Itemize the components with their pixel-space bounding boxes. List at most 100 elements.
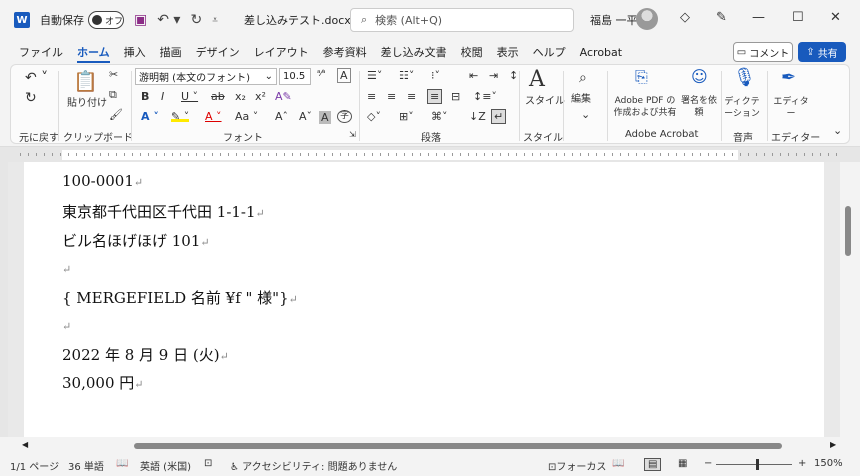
doc-line-mergefield[interactable]: { MERGEFIELD 名前 ¥f " 様"}↵: [62, 287, 298, 308]
undo-icon[interactable]: ↶ ˅: [25, 71, 48, 85]
grow-font-icon[interactable]: ᵃ⁄ᵃ: [317, 70, 326, 79]
copy-icon[interactable]: ⧉: [109, 89, 117, 100]
maximize-icon[interactable]: ☐: [792, 10, 804, 25]
share-button[interactable]: ⇪ 共有: [798, 42, 846, 62]
zoom-slider-thumb[interactable]: [756, 459, 759, 470]
vertical-ruler[interactable]: [0, 162, 8, 437]
request-signature-icon[interactable]: ☺: [691, 69, 708, 85]
increase-indent-icon[interactable]: ⇥: [489, 70, 498, 81]
document-page[interactable]: 100-0001↵ 東京都千代田区千代田 1-1-1↵ ビル名ほげほげ 101↵…: [24, 162, 824, 437]
page-count[interactable]: 1/1 ページ: [10, 458, 59, 473]
zoom-slider[interactable]: [716, 464, 792, 465]
minimize-icon[interactable]: —: [752, 10, 765, 25]
underline-icon[interactable]: U ˅: [181, 91, 198, 102]
sort-az-icon[interactable]: ↓Z: [469, 111, 486, 122]
tab-design[interactable]: デザイン: [189, 41, 247, 63]
subscript-icon[interactable]: x₂: [235, 91, 246, 102]
avatar[interactable]: [636, 8, 658, 30]
tab-file[interactable]: ファイル: [12, 41, 70, 63]
doc-line-6[interactable]: ↵: [62, 316, 71, 334]
editor-label[interactable]: エディター: [773, 97, 809, 120]
scroll-right-icon[interactable]: ▶: [830, 440, 836, 449]
cut-icon[interactable]: ✂: [109, 69, 118, 80]
horizontal-ruler[interactable]: [0, 146, 860, 162]
paste-label[interactable]: 貼り付け: [67, 99, 107, 109]
distributed-icon[interactable]: ⊟: [451, 91, 460, 102]
tab-draw[interactable]: 描画: [153, 41, 189, 63]
doc-line-8[interactable]: 30,000 円↵: [62, 372, 143, 393]
asian-layout-icon[interactable]: ⌘˅: [431, 111, 448, 122]
editor-icon[interactable]: ✒: [781, 69, 796, 87]
redo-icon[interactable]: ↻: [25, 91, 37, 105]
shrink-font-size-icon[interactable]: Aˇ: [299, 111, 312, 122]
text-effects-icon[interactable]: A ˅: [141, 111, 159, 122]
sort-icon[interactable]: ↕: [509, 70, 518, 81]
vertical-scrollbar[interactable]: [842, 162, 854, 437]
save-icon[interactable]: ▣: [134, 12, 147, 28]
microphone-icon[interactable]: 🎙: [733, 69, 756, 87]
word-count[interactable]: 36 単語: [68, 458, 104, 473]
create-pdf-icon[interactable]: ⎘: [635, 69, 648, 85]
chevron-down-icon[interactable]: ⌄: [581, 109, 590, 120]
paste-icon[interactable]: 📋: [73, 71, 98, 91]
document-title[interactable]: 差し込みテスト.docx ⌄: [244, 12, 364, 28]
text-predictions-icon[interactable]: ⊡: [204, 458, 212, 469]
format-painter-icon[interactable]: 🖌: [109, 109, 123, 120]
vertical-scroll-thumb[interactable]: [845, 206, 851, 256]
grow-font-size-icon[interactable]: Aˆ: [275, 111, 288, 122]
styles-label[interactable]: スタイル: [525, 97, 565, 107]
shading-icon[interactable]: ◇˅: [367, 111, 381, 122]
diamond-icon[interactable]: ◇: [680, 10, 690, 25]
styles-icon[interactable]: A: [529, 69, 545, 91]
comment-button[interactable]: ▭ コメント: [733, 42, 793, 62]
tab-layout[interactable]: レイアウト: [247, 41, 316, 63]
undo-icon[interactable]: ↶ ▾: [157, 12, 180, 28]
request-signature-label[interactable]: 署名を依頼: [681, 96, 717, 119]
language[interactable]: 英語 (米国): [140, 458, 191, 473]
search-box[interactable]: ⌕ 検索 (Alt+Q): [350, 8, 574, 32]
tab-insert[interactable]: 挿入: [117, 41, 153, 63]
dialog-launcher-icon[interactable]: ⇲: [349, 131, 356, 139]
print-layout-icon[interactable]: ▤: [644, 458, 662, 471]
user-name[interactable]: 福島 一平: [590, 12, 638, 28]
proofing-icon[interactable]: 📖: [116, 458, 128, 469]
bold-icon[interactable]: B: [141, 91, 149, 102]
align-left-icon[interactable]: ≡: [367, 91, 376, 102]
align-center-icon[interactable]: ≡: [387, 91, 396, 102]
decrease-indent-icon[interactable]: ⇤: [469, 70, 478, 81]
edit-label[interactable]: 編集: [571, 95, 591, 105]
change-case-icon[interactable]: Aa ˅: [235, 111, 258, 122]
zoom-level[interactable]: 150%: [814, 458, 843, 469]
web-layout-icon[interactable]: ▦: [678, 458, 687, 469]
zoom-out-icon[interactable]: −: [704, 458, 712, 469]
create-pdf-label[interactable]: Adobe PDF の作成および共有: [613, 96, 677, 119]
clear-format-icon[interactable]: A: [337, 68, 351, 83]
close-icon[interactable]: ✕: [830, 10, 841, 25]
font-color-icon[interactable]: A ˅: [205, 111, 222, 122]
italic-icon[interactable]: I: [161, 91, 164, 102]
align-right-icon[interactable]: ≡: [407, 91, 416, 102]
text-effects-clear-icon[interactable]: A✎: [275, 91, 292, 102]
tab-mailings[interactable]: 差し込み文書: [374, 41, 454, 63]
doc-line-3[interactable]: ビル名ほげほげ 101↵: [62, 230, 210, 251]
multilevel-list-icon[interactable]: ⁝˅: [431, 70, 440, 81]
enclose-char-icon[interactable]: 字: [337, 110, 353, 123]
strikethrough-icon[interactable]: ab: [211, 91, 225, 102]
numbering-icon[interactable]: ☷˅: [399, 70, 414, 81]
doc-line-2[interactable]: 東京都千代田区千代田 1-1-1↵: [62, 201, 265, 222]
doc-line-1[interactable]: 100-0001↵: [62, 172, 143, 190]
tab-help[interactable]: ヘルプ: [526, 41, 573, 63]
accessibility-status[interactable]: ♿ アクセシビリティ: 問題ありません: [230, 458, 397, 473]
show-marks-icon[interactable]: ↵: [491, 109, 507, 124]
char-shading-icon[interactable]: A: [319, 111, 331, 124]
find-icon[interactable]: ⌕: [579, 71, 587, 85]
collapse-ribbon-icon[interactable]: ⌄: [833, 125, 842, 136]
horizontal-scrollbar[interactable]: ◀ ▶: [22, 440, 838, 452]
redo-icon[interactable]: ↻: [190, 12, 202, 28]
customize-qat-icon[interactable]: ⩡: [212, 15, 218, 26]
read-mode-icon[interactable]: 📖: [612, 458, 624, 469]
line-spacing-icon[interactable]: ↕≡˅: [473, 91, 497, 102]
tab-references[interactable]: 参考資料: [316, 41, 374, 63]
justify-icon[interactable]: ≡: [427, 89, 443, 104]
superscript-icon[interactable]: x²: [255, 91, 266, 102]
